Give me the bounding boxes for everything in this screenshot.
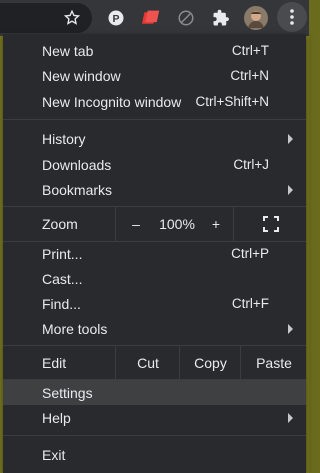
zoom-level: 100% bbox=[155, 207, 199, 241]
blocked-extension-icon[interactable] bbox=[174, 6, 198, 30]
menu-item-label: New Incognito window bbox=[42, 93, 182, 110]
fullscreen-button[interactable] bbox=[233, 207, 307, 241]
menu-item-label: Find... bbox=[42, 295, 81, 312]
svg-text:P: P bbox=[112, 13, 119, 25]
menu-item-downloads[interactable]: Downloads Ctrl+J bbox=[3, 152, 306, 177]
cut-label: Cut bbox=[137, 355, 159, 371]
menu-item-label: Exit bbox=[42, 446, 66, 463]
menu-item-new-window[interactable]: New window Ctrl+N bbox=[3, 63, 306, 88]
copy-button[interactable]: Copy bbox=[179, 346, 241, 380]
menu-item-find[interactable]: Find... Ctrl+F bbox=[3, 291, 306, 316]
menu-item-settings[interactable]: Settings bbox=[3, 380, 306, 405]
menu-item-label: Settings bbox=[42, 384, 93, 401]
zoom-level-value: 100% bbox=[159, 216, 195, 232]
menu-item-label: Downloads bbox=[42, 156, 112, 173]
menu-item-label: Print... bbox=[42, 245, 83, 262]
zoom-out-button[interactable]: – bbox=[115, 207, 156, 241]
paste-button[interactable]: Paste bbox=[240, 346, 307, 380]
menu-item-label: History bbox=[42, 130, 86, 147]
bookmark-star-icon[interactable] bbox=[60, 6, 84, 30]
red-extension-icon[interactable] bbox=[139, 6, 163, 30]
menu-separator bbox=[3, 435, 306, 436]
pinterest-icon[interactable]: P bbox=[104, 6, 128, 30]
menu-item-label: More tools bbox=[42, 320, 108, 337]
menu-item-shortcut: Ctrl+J bbox=[233, 157, 269, 172]
copy-label: Copy bbox=[194, 355, 227, 371]
menu-item-print[interactable]: Print... Ctrl+P bbox=[3, 241, 306, 266]
edit-label: Edit bbox=[42, 355, 67, 371]
submenu-arrow-icon bbox=[288, 412, 293, 423]
menu-kebab-icon bbox=[290, 9, 294, 25]
fullscreen-icon bbox=[262, 216, 279, 232]
menu-item-exit[interactable]: Exit bbox=[3, 442, 306, 467]
menu-item-shortcut: Ctrl+F bbox=[231, 296, 269, 311]
submenu-arrow-icon bbox=[288, 133, 293, 144]
menu-item-label: Bookmarks bbox=[42, 181, 113, 198]
submenu-arrow-icon bbox=[288, 184, 293, 195]
menu-item-label: Help bbox=[42, 409, 71, 426]
cut-button[interactable]: Cut bbox=[115, 346, 180, 380]
menu-item-shortcut: Ctrl+N bbox=[230, 68, 269, 83]
zoom-label: Zoom bbox=[42, 216, 78, 232]
menu-item-more-tools[interactable]: More tools bbox=[3, 316, 306, 341]
zoom-in-label: + bbox=[211, 216, 221, 232]
paste-label: Paste bbox=[256, 355, 292, 371]
menu-item-label: New window bbox=[42, 67, 121, 84]
menu-item-new-tab[interactable]: New tab Ctrl+T bbox=[3, 38, 306, 63]
menu-button[interactable] bbox=[277, 2, 307, 32]
profile-avatar[interactable] bbox=[244, 6, 268, 30]
menu-separator bbox=[3, 119, 306, 120]
menu-item-label: New tab bbox=[42, 42, 94, 59]
chrome-main-menu: New tab Ctrl+T New window Ctrl+N New Inc… bbox=[3, 34, 306, 473]
menu-item-cast[interactable]: Cast... bbox=[3, 266, 306, 291]
zoom-in-button[interactable]: + bbox=[199, 207, 233, 241]
menu-item-history[interactable]: History bbox=[3, 126, 306, 151]
zoom-out-label: – bbox=[132, 216, 140, 232]
extensions-puzzle-icon[interactable] bbox=[209, 6, 233, 30]
submenu-arrow-icon bbox=[288, 323, 293, 334]
menu-item-shortcut: Ctrl+Shift+N bbox=[195, 94, 269, 109]
menu-item-help[interactable]: Help bbox=[3, 405, 306, 430]
menu-row-zoom: Zoom – 100% + bbox=[3, 207, 306, 241]
menu-item-new-incognito-window[interactable]: New Incognito window Ctrl+Shift+N bbox=[3, 89, 306, 114]
menu-row-edit: Edit Cut Copy Paste bbox=[3, 346, 306, 380]
menu-item-shortcut: Ctrl+T bbox=[231, 43, 269, 58]
menu-item-label: Cast... bbox=[42, 270, 83, 287]
menu-item-bookmarks[interactable]: Bookmarks bbox=[3, 177, 306, 202]
menu-item-shortcut: Ctrl+P bbox=[231, 246, 269, 261]
browser-toolbar: P bbox=[0, 0, 309, 36]
